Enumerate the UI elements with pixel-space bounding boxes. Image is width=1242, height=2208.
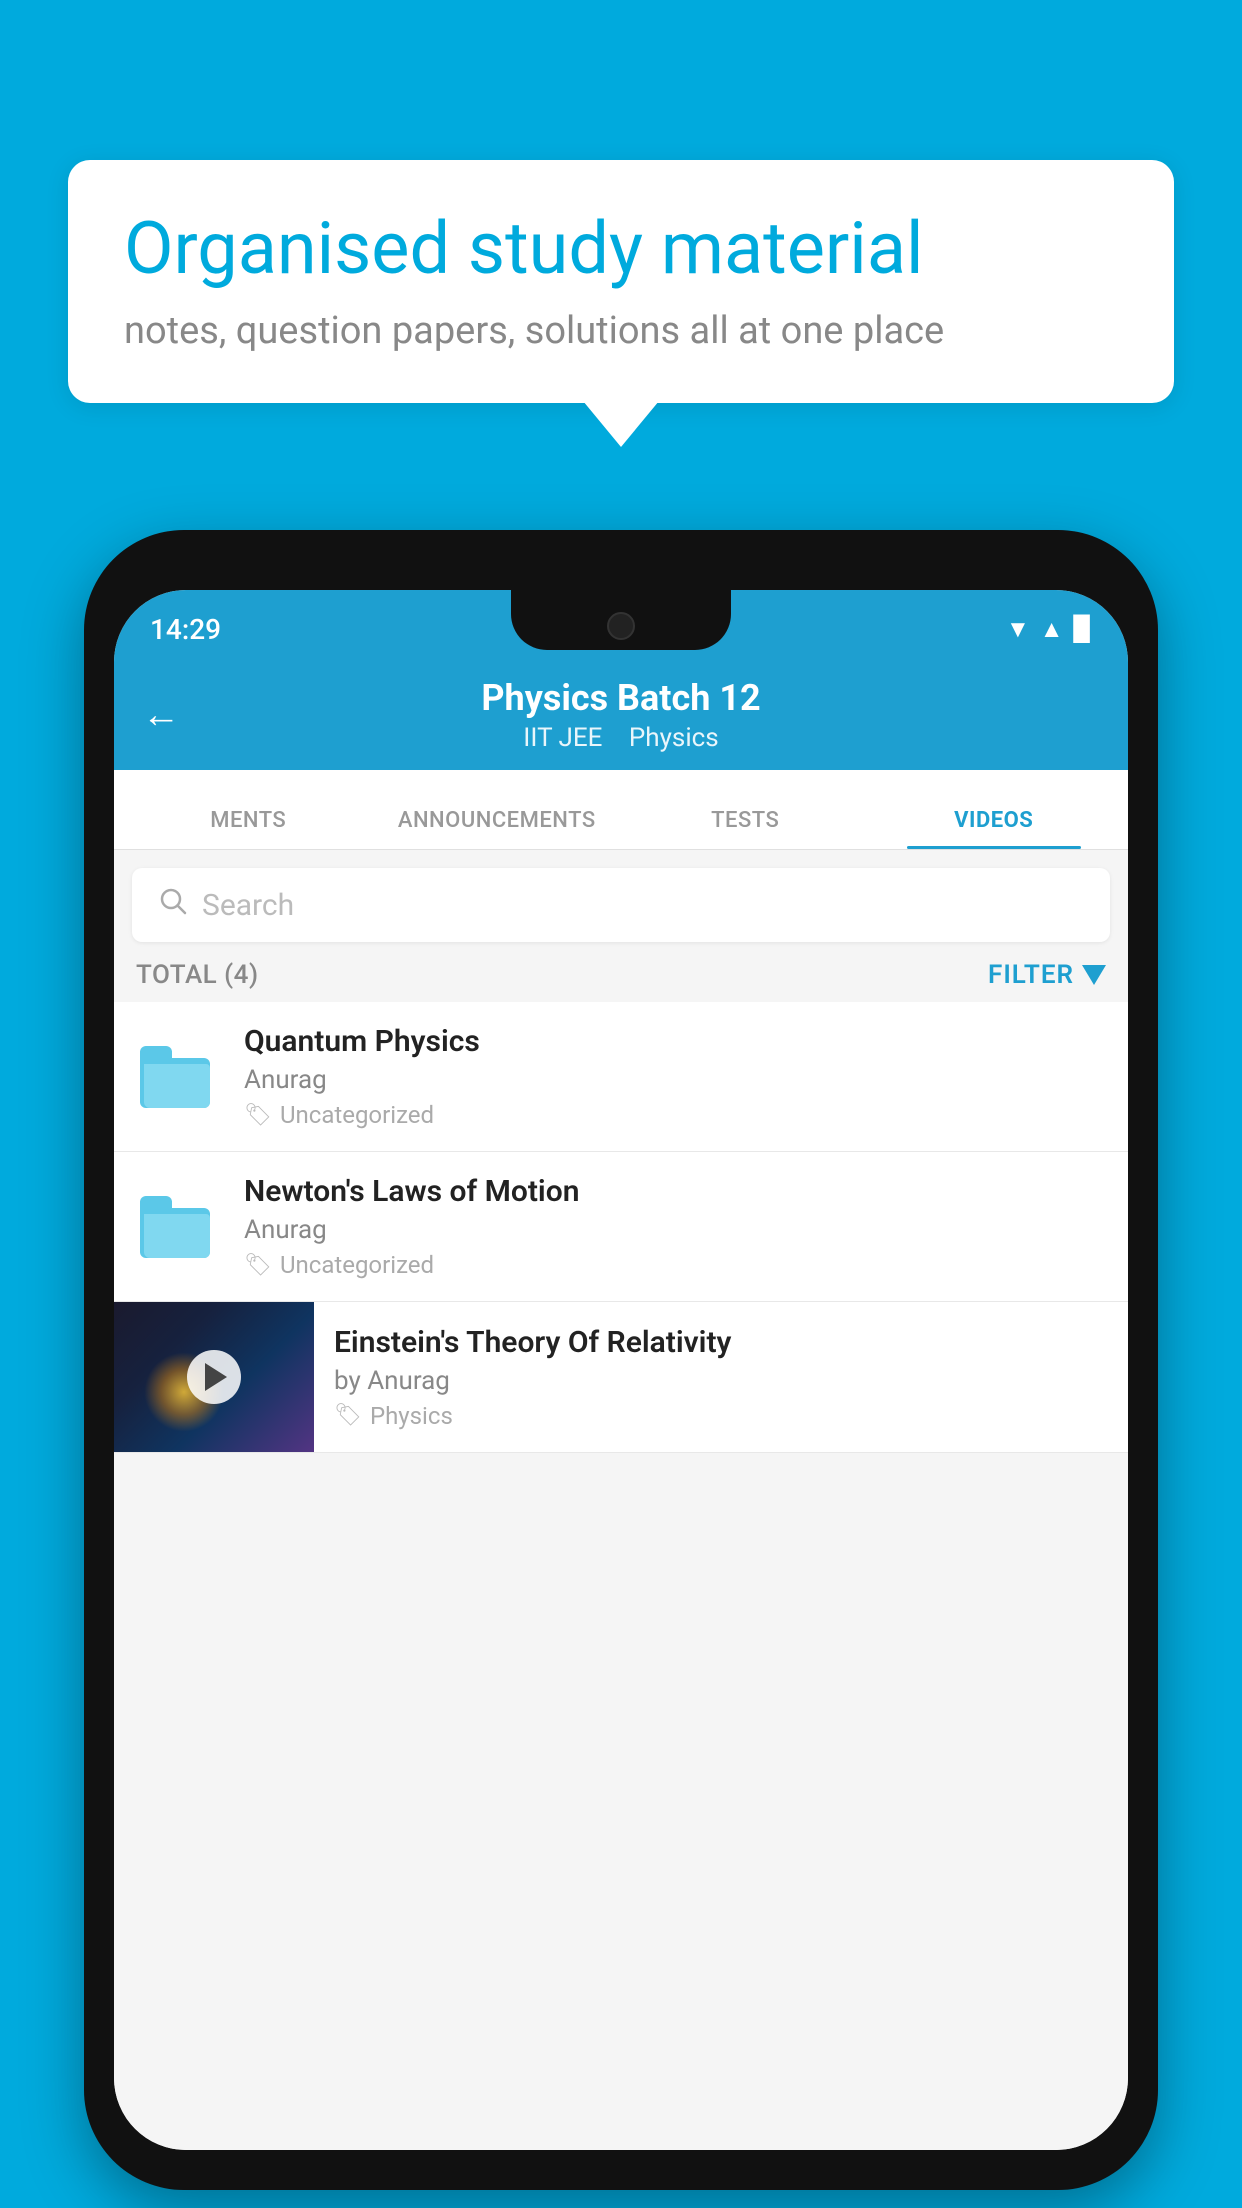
- item-tag: 🏷 Physics: [334, 1402, 1108, 1430]
- folder-icon-wrap: [140, 1046, 220, 1108]
- filter-row: TOTAL (4) FILTER: [114, 942, 1128, 1002]
- battery-icon: ▉: [1074, 615, 1092, 643]
- filter-icon: [1082, 965, 1106, 985]
- item-author: by Anurag: [334, 1366, 1108, 1396]
- batch-subject: Physics: [629, 723, 719, 753]
- play-button[interactable]: [187, 1350, 241, 1404]
- folder-icon: [140, 1196, 210, 1258]
- tab-announcements[interactable]: ANNOUNCEMENTS: [373, 808, 622, 849]
- wifi-icon: ▼: [1006, 615, 1030, 644]
- item-title: Einstein's Theory Of Relativity: [334, 1325, 1108, 1360]
- item-title: Quantum Physics: [244, 1024, 1102, 1059]
- folder-front: [144, 1064, 210, 1108]
- tab-ments[interactable]: MENTS: [124, 808, 373, 849]
- bubble-title: Organised study material: [124, 208, 1118, 291]
- list-item[interactable]: Quantum Physics Anurag 🏷 Uncategorized: [114, 1002, 1128, 1152]
- notch: [511, 590, 731, 650]
- video-info: Einstein's Theory Of Relativity by Anura…: [314, 1303, 1128, 1452]
- batch-subtitle: IIT JEE Physics: [513, 723, 728, 753]
- tabs-bar: MENTS ANNOUNCEMENTS TESTS VIDEOS: [114, 770, 1128, 850]
- filter-button[interactable]: FILTER: [988, 960, 1106, 990]
- batch-category: IIT JEE: [523, 723, 602, 753]
- tab-videos[interactable]: VIDEOS: [870, 808, 1119, 849]
- tag-label: Uncategorized: [280, 1101, 434, 1129]
- bubble-subtitle: notes, question papers, solutions all at…: [124, 309, 1118, 353]
- item-tag: 🏷 Uncategorized: [244, 1251, 1102, 1279]
- item-author: Anurag: [244, 1065, 1102, 1095]
- tag-label: Uncategorized: [280, 1251, 434, 1279]
- search-placeholder[interactable]: Search: [202, 888, 294, 923]
- filter-label: FILTER: [988, 960, 1074, 990]
- batch-title: Physics Batch 12: [481, 677, 760, 720]
- folder-icon-wrap: [140, 1196, 220, 1258]
- status-time: 14:29: [150, 605, 221, 646]
- phone-frame: 14:29 ▼ ▲ ▉ ← Physics Batch 12 IIT JEE P…: [84, 530, 1158, 2190]
- list-item[interactable]: Newton's Laws of Motion Anurag 🏷 Uncateg…: [114, 1152, 1128, 1302]
- content-area: Search TOTAL (4) FILTER: [114, 850, 1128, 2150]
- back-button[interactable]: ←: [142, 693, 180, 737]
- item-info: Quantum Physics Anurag 🏷 Uncategorized: [244, 1024, 1102, 1129]
- play-icon: [205, 1363, 227, 1391]
- tag-icon: 🏷: [244, 1103, 272, 1128]
- item-author: Anurag: [244, 1215, 1102, 1245]
- app-header: ← Physics Batch 12 IIT JEE Physics: [114, 660, 1128, 770]
- folder-tab: [140, 1046, 172, 1062]
- item-info: Newton's Laws of Motion Anurag 🏷 Uncateg…: [244, 1174, 1102, 1279]
- phone-screen: 14:29 ▼ ▲ ▉ ← Physics Batch 12 IIT JEE P…: [114, 590, 1128, 2150]
- camera-icon: [607, 612, 635, 640]
- video-thumbnail: [114, 1302, 314, 1452]
- tag-icon: 🏷: [244, 1253, 272, 1278]
- total-count: TOTAL (4): [136, 960, 259, 990]
- search-bar[interactable]: Search: [132, 868, 1110, 942]
- tab-tests[interactable]: TESTS: [621, 808, 870, 849]
- folder-front: [144, 1214, 210, 1258]
- search-icon: [158, 885, 188, 925]
- speech-bubble: Organised study material notes, question…: [68, 160, 1174, 403]
- item-tag: 🏷 Uncategorized: [244, 1101, 1102, 1129]
- signal-icon: ▲: [1040, 615, 1064, 644]
- status-icons: ▼ ▲ ▉: [1006, 607, 1092, 644]
- tag-icon: 🏷: [334, 1403, 362, 1428]
- video-item[interactable]: Einstein's Theory Of Relativity by Anura…: [114, 1302, 1128, 1453]
- tag-label: Physics: [370, 1402, 453, 1430]
- folder-icon: [140, 1046, 210, 1108]
- item-title: Newton's Laws of Motion: [244, 1174, 1102, 1209]
- folder-tab: [140, 1196, 172, 1212]
